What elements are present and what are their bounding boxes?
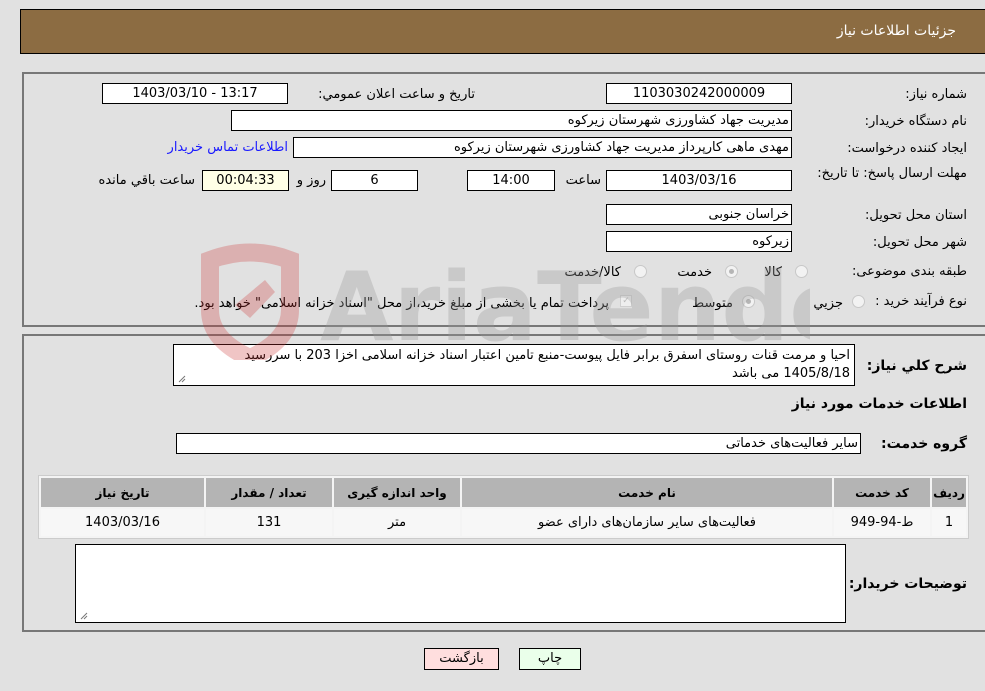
requester-field: مهدی ماهی کارپرداز مدیریت جهاد کشاورزی ش… — [293, 137, 792, 158]
col-header-service-name: نام خدمت — [462, 478, 832, 507]
cell-service-name: فعالیت‌های سایر سازمان‌های دارای عضو — [462, 509, 832, 536]
description-textarea[interactable]: احیا و مرمت قنات روستای اسفرق برابر فایل… — [173, 344, 855, 386]
need-number-label: شماره نیاز: — [905, 87, 967, 102]
category-radio-goods[interactable] — [795, 265, 808, 278]
remaining-time-field: 00:04:33 — [202, 170, 289, 191]
table-row: 1 ط-94-949 فعالیت‌های سایر سازمان‌های دا… — [41, 509, 966, 536]
purchase-type-option-medium: متوسط — [692, 296, 733, 311]
announce-datetime-label: تاريخ و ساعت اعلان عمومي: — [318, 87, 475, 102]
buyer-notes-label: توضیحات خریدار: — [848, 576, 967, 592]
cell-unit: متر — [334, 509, 460, 536]
cell-quantity: 131 — [206, 509, 332, 536]
service-group-label: گروه خدمت: — [881, 436, 967, 452]
province-label: استان محل تحویل: — [865, 208, 967, 223]
buyer-contact-link[interactable]: اطلاعات تماس خریدار — [168, 140, 288, 155]
resize-grip-icon[interactable] — [177, 374, 186, 383]
requester-label: ایجاد کننده درخواست: — [847, 141, 967, 156]
print-button[interactable]: چاپ — [519, 648, 581, 670]
purchase-type-option-minor: جزيي — [813, 296, 843, 311]
category-option-service: خدمت — [677, 265, 712, 280]
remaining-label: ساعت باقي مانده — [98, 173, 195, 188]
city-field: زیرکوه — [606, 231, 792, 252]
description-label: شرح كلي نياز: — [866, 358, 967, 374]
announce-datetime-field: 1403/03/10 - 13:17 — [102, 83, 288, 104]
services-section-title: اطلاعات خدمات مورد نياز — [791, 396, 967, 412]
page-header: جزئیات اطلاعات نیاز — [20, 9, 985, 54]
buyer-notes-textarea[interactable] — [75, 544, 846, 623]
service-group-field: سایر فعالیت‌های خدماتی — [176, 433, 861, 454]
need-number-field: 1103030242000009 — [606, 83, 792, 104]
deadline-date-field: 1403/03/16 — [606, 170, 792, 191]
city-label: شهر محل تحویل: — [872, 235, 967, 250]
col-header-quantity: تعداد / مقدار — [206, 478, 332, 507]
services-table: ردیف کد خدمت نام خدمت واحد اندازه گیری ت… — [38, 475, 969, 539]
col-header-row-number: ردیف — [932, 478, 966, 507]
col-header-service-code: کد خدمت — [834, 478, 930, 507]
back-button[interactable]: بازگشت — [424, 648, 499, 670]
buyer-org-label: نام دستگاه خریدار: — [864, 114, 967, 129]
treasury-checkbox[interactable]: ✓ — [620, 295, 632, 307]
category-radio-service[interactable] — [725, 265, 738, 278]
province-field: خراسان جنوبی — [606, 204, 792, 225]
days-label: روز و — [296, 173, 326, 188]
deadline-time-label: ساعت — [565, 173, 601, 188]
purchase-type-radio-minor[interactable] — [852, 295, 865, 308]
category-option-goods: کالا — [764, 265, 782, 280]
treasury-note: پرداخت تمام یا بخشی از مبلغ خرید،از محل … — [194, 296, 609, 311]
cell-need-date: 1403/03/16 — [41, 509, 204, 536]
deadline-time-field: 14:00 — [467, 170, 555, 191]
deadline-label: مهلت ارسال پاسخ: تا تاریخ: — [817, 166, 967, 181]
purchase-type-label: نوع فرآیند خرید : — [875, 294, 967, 309]
deadline-days-field: 6 — [331, 170, 418, 191]
table-header-row: ردیف کد خدمت نام خدمت واحد اندازه گیری ت… — [41, 478, 966, 507]
category-option-goods-service: کالا/خدمت — [564, 265, 621, 280]
category-label: طبقه بندی موضوعی: — [851, 264, 967, 279]
buyer-org-field: مدیریت جهاد کشاورزی شهرستان زیرکوه — [231, 110, 792, 131]
col-header-unit: واحد اندازه گیری — [334, 478, 460, 507]
col-header-need-date: تاریخ نیاز — [41, 478, 204, 507]
purchase-type-radio-medium[interactable] — [742, 295, 755, 308]
category-radio-goods-service[interactable] — [634, 265, 647, 278]
description-text: احیا و مرمت قنات روستای اسفرق برابر فایل… — [244, 348, 850, 381]
cell-service-code: ط-94-949 — [834, 509, 930, 536]
resize-grip-icon[interactable] — [79, 611, 88, 620]
cell-row-number: 1 — [932, 509, 966, 536]
page-title: جزئیات اطلاعات نیاز — [836, 23, 956, 39]
